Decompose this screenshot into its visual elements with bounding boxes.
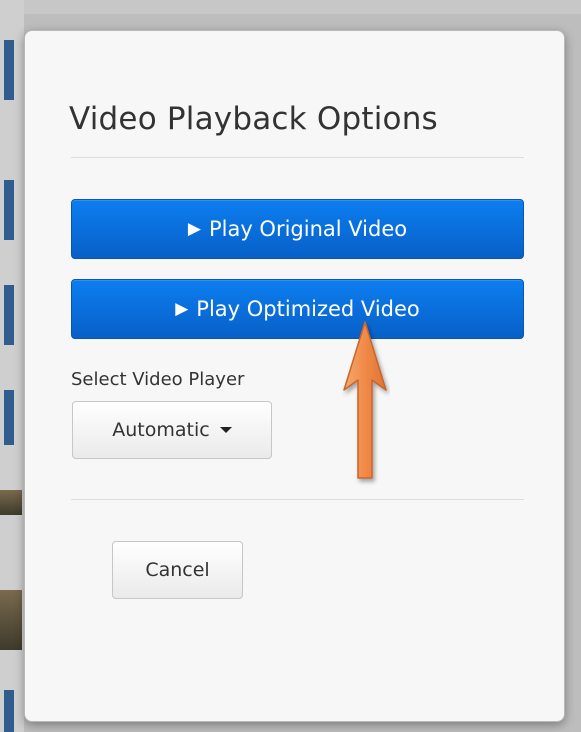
play-optimized-button[interactable]: ▶ Play Optimized Video — [71, 279, 524, 339]
cancel-label: Cancel — [145, 559, 210, 581]
background-thumbnail — [0, 590, 22, 650]
footer-divider — [71, 499, 524, 500]
select-player-label: Select Video Player — [71, 369, 245, 390]
background-page-edge — [0, 0, 24, 732]
background-page-top — [0, 0, 581, 14]
play-original-button[interactable]: ▶ Play Original Video — [71, 199, 524, 259]
background-strip — [4, 285, 14, 345]
background-strip — [4, 690, 14, 732]
background-strip — [4, 180, 14, 240]
cancel-button[interactable]: Cancel — [112, 541, 243, 599]
play-icon: ▶ — [187, 218, 201, 239]
video-player-dropdown[interactable]: Automatic — [72, 401, 272, 459]
background-strip — [4, 390, 14, 445]
title-divider — [71, 157, 524, 158]
background-strip — [4, 40, 14, 100]
dialog-title: Video Playback Options — [69, 101, 438, 137]
play-original-label: Play Original Video — [208, 217, 408, 241]
video-playback-dialog: Video Playback Options ▶ Play Original V… — [24, 30, 565, 722]
background-thumbnail — [0, 490, 22, 515]
orange-arrow-annotation — [343, 321, 387, 479]
play-icon: ▶ — [175, 298, 189, 319]
dropdown-selected-value: Automatic — [112, 419, 210, 441]
caret-down-icon — [219, 427, 232, 433]
